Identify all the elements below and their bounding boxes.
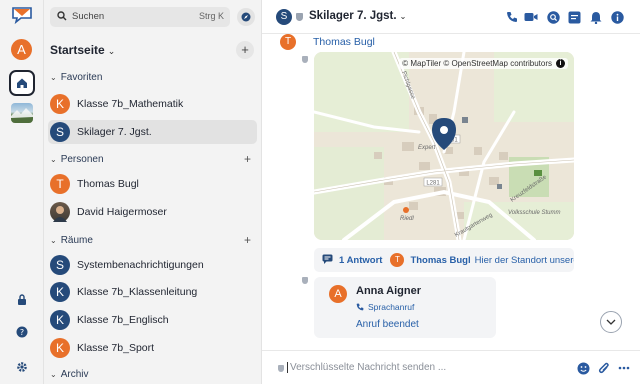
add-person-button[interactable]: + (244, 152, 251, 166)
thread-author-name: Thomas Bugl (410, 254, 471, 266)
person-item[interactable]: T Thomas Bugl (48, 172, 257, 196)
map-place-label: Riedl (400, 216, 414, 222)
room-avatar: K (50, 282, 70, 302)
lock-icon[interactable] (15, 292, 29, 306)
help-icon[interactable]: ? (15, 325, 29, 339)
explore-rooms-button[interactable] (237, 8, 255, 26)
chevron-down-icon: ⌄ (50, 236, 57, 245)
room-avatar: K (50, 338, 70, 358)
map-attribution: © MapTiler © OpenStreetMap contributors … (399, 58, 568, 69)
search-input[interactable]: Suchen Strg K (50, 7, 230, 27)
room-title[interactable]: Skilager 7. Jgst. ⌄ (309, 10, 406, 22)
room-avatar: K (50, 94, 70, 114)
message-sender[interactable]: T Thomas Bugl (280, 34, 375, 50)
room-header: S Skilager 7. Jgst. ⌄ (262, 0, 640, 34)
section-archive[interactable]: ⌄ Archiv (50, 369, 89, 380)
call-status: Anruf beendet (356, 319, 419, 330)
map-image: L281 L281 Kreuzfeldstraße Pichlgasse Exp… (314, 52, 574, 240)
chevron-down-icon: ⌄ (50, 370, 57, 379)
room-list-panel: Suchen Strg K Startseite ⌄ + ⌄ Favoriten K… (44, 0, 262, 384)
space-rail: A ? (0, 0, 44, 384)
chevron-down-icon (606, 319, 616, 325)
room-avatar: S (50, 122, 70, 142)
settings-gear-icon[interactable] (15, 360, 29, 374)
person-name: David Haigermoser (77, 206, 167, 218)
add-room-section-button[interactable]: + (244, 233, 251, 247)
section-favorites[interactable]: ⌄ Favoriten (50, 72, 102, 83)
room-name: Klasse 7b_Mathematik (77, 98, 184, 110)
compass-icon (241, 12, 251, 22)
svg-text:?: ? (20, 328, 24, 337)
section-rooms[interactable]: ⌄ Räume (50, 235, 93, 246)
timeline: T Thomas Bugl L281 Kreuzfeldstraße Pichl… (262, 34, 640, 350)
room-name: Klasse 7b_Klassenleitung (77, 286, 198, 298)
app-logo-icon[interactable] (11, 5, 33, 25)
map-place-label: Expert (418, 145, 436, 151)
add-room-button[interactable]: + (236, 41, 254, 59)
location-map[interactable]: L281 L281 Kreuzfeldstraße Pichlgasse Exp… (314, 52, 574, 240)
room-search-icon[interactable] (546, 10, 560, 24)
search-icon (57, 11, 67, 24)
chevron-down-icon: ⌄ (50, 73, 57, 82)
section-people[interactable]: ⌄ Personen (50, 154, 104, 165)
room-item[interactable]: K Klasse 7b_Englisch (48, 308, 257, 332)
message-input[interactable]: Verschlüsselte Nachricht senden ... (287, 362, 446, 373)
thread-author-avatar: T (390, 253, 405, 267)
room-name: Skilager 7. Jgst. (77, 126, 152, 138)
call-type: Sprachanruf (356, 302, 414, 312)
room-avatar: S (50, 255, 70, 275)
thread-icon (322, 254, 333, 267)
person-item[interactable]: David Haigermoser (48, 200, 257, 224)
space-avatar-mountains[interactable] (11, 103, 33, 123)
person-avatar-photo (50, 202, 70, 222)
chevron-down-icon: ⌄ (50, 155, 57, 164)
attachment-icon[interactable] (597, 361, 611, 375)
room-name: Systembenachrichtigungen (77, 259, 204, 271)
message-composer: Verschlüsselte Nachricht senden ... (262, 350, 640, 384)
encryption-shield-icon (296, 13, 303, 21)
search-placeholder: Suchen (72, 11, 105, 22)
home-icon (17, 78, 27, 88)
emoji-icon[interactable] (576, 361, 590, 375)
sender-name[interactable]: Thomas Bugl (313, 36, 375, 48)
search-shortcut: Strg K (198, 11, 224, 21)
jump-to-bottom-button[interactable] (600, 311, 622, 333)
voice-call-icon[interactable] (505, 10, 519, 24)
room-name: Klasse 7b_Sport (77, 342, 155, 354)
threads-icon[interactable] (567, 10, 581, 24)
info-icon[interactable]: i (556, 59, 565, 68)
sender-avatar[interactable]: T (280, 34, 296, 50)
chevron-down-icon: ⌄ (399, 12, 407, 21)
more-options-icon[interactable] (617, 361, 631, 375)
encryption-shield-icon (302, 277, 308, 284)
call-event-card[interactable]: A Anna Aigner Sprachanruf Anruf beendet (314, 277, 496, 338)
encryption-shield-icon (302, 56, 308, 63)
room-item-selected[interactable]: S Skilager 7. Jgst. (48, 120, 257, 144)
chevron-down-icon: ⌄ (107, 46, 116, 56)
person-avatar: T (50, 174, 70, 194)
room-item[interactable]: S Systembenachrichtigungen (48, 253, 257, 277)
caller-avatar[interactable]: A (329, 285, 347, 303)
home-title[interactable]: Startseite ⌄ (50, 43, 115, 57)
person-name: Thomas Bugl (77, 178, 139, 190)
room-header-avatar[interactable]: S (276, 9, 292, 25)
thread-reply-count: 1 Antwort (339, 254, 383, 266)
home-space-button[interactable] (9, 70, 35, 96)
room-item[interactable]: K Klasse 7b_Klassenleitung (48, 280, 257, 304)
room-item[interactable]: K Klasse 7b_Mathematik (48, 92, 257, 116)
room-name: Klasse 7b_Englisch (77, 314, 169, 326)
thread-summary[interactable]: 1 Antwort T Thomas Bugl Hier der Standor… (314, 248, 574, 272)
map-place-label: Volksschule Stumm (508, 210, 560, 216)
user-avatar[interactable]: A (11, 39, 32, 60)
room-info-icon[interactable] (610, 10, 624, 24)
caller-name[interactable]: Anna Aigner (356, 285, 421, 297)
video-call-icon[interactable] (524, 10, 538, 24)
encryption-shield-icon (278, 365, 284, 372)
room-avatar: K (50, 310, 70, 330)
room-item[interactable]: K Klasse 7b_Sport (48, 336, 257, 360)
phone-icon (356, 303, 364, 311)
map-road-label: L281 (426, 181, 440, 187)
thread-preview: Hier der Standort unserer ... (474, 254, 574, 266)
notifications-bell-icon[interactable] (589, 10, 603, 24)
